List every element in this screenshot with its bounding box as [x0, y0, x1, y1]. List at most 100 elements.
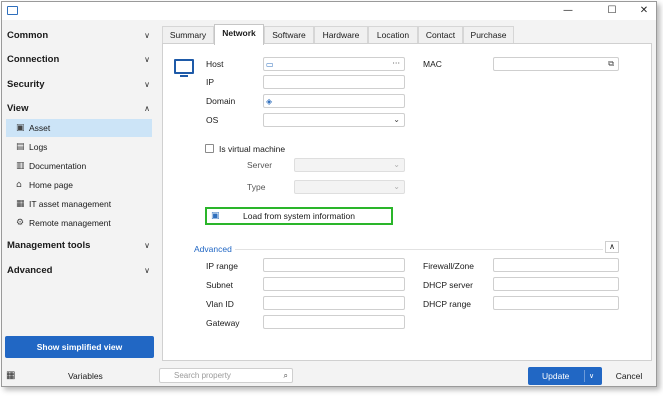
cancel-button[interactable]: Cancel: [607, 367, 651, 385]
firewall-zone-field[interactable]: [493, 258, 619, 272]
documentation-icon: ▥: [16, 161, 25, 171]
sidebar-item-label: IT asset management: [29, 199, 112, 209]
update-button[interactable]: Update ∨: [528, 367, 602, 385]
asset-icon: ▣: [16, 123, 25, 133]
variables-button[interactable]: Variables: [68, 370, 103, 382]
gateway-field[interactable]: [263, 315, 405, 329]
close-icon[interactable]: ✕: [632, 3, 656, 19]
mac-label: MAC: [423, 59, 442, 69]
mac-lookup-icon[interactable]: ⧉: [608, 58, 614, 70]
dhcp-range-label: DHCP range: [423, 299, 472, 309]
sidebar-section-view[interactable]: View ∧: [7, 100, 152, 118]
chevron-down-icon: ∨: [144, 31, 150, 40]
search-icon[interactable]: ⌕: [284, 370, 288, 381]
chevron-down-icon: ∨: [144, 55, 150, 64]
sidebar-item-label: Asset: [29, 123, 51, 133]
tab-bar: Summary Network Software Hardware Locati…: [162, 24, 652, 45]
sidebar-section-management-tools[interactable]: Management tools ∨: [7, 237, 152, 255]
network-panel: Host ▭ ··· IP Domain ◈ OS ⌄ MAC ⧉ Is vir…: [162, 43, 652, 361]
tab-location[interactable]: Location: [368, 26, 418, 44]
sidebar-item-asset[interactable]: ▣ Asset: [6, 119, 152, 137]
sidebar-item-label: Home page: [29, 180, 73, 190]
bottom-bar: ▦ Variables ⌕ Update ∨ Cancel: [2, 364, 656, 386]
show-simplified-view-button[interactable]: Show simplified view: [5, 336, 154, 358]
search-input[interactable]: [174, 370, 274, 381]
load-button-label: Load from system information: [243, 211, 355, 221]
os-dropdown[interactable]: ⌄: [263, 113, 405, 127]
os-label: OS: [206, 115, 219, 125]
grid-icon[interactable]: ▦: [6, 371, 15, 381]
chevron-down-icon: ∨: [144, 266, 150, 275]
maximize-icon[interactable]: ☐: [600, 3, 624, 19]
domain-field[interactable]: ◈: [263, 94, 405, 108]
sidebar-section-advanced[interactable]: Advanced ∨: [7, 262, 152, 280]
monitor-icon: [174, 59, 194, 77]
domain-label: Domain: [206, 96, 236, 106]
minimize-icon[interactable]: —: [556, 3, 580, 19]
subnet-label: Subnet: [206, 280, 233, 290]
load-icon: ▣: [211, 211, 220, 221]
host-label: Host: [206, 59, 224, 69]
sidebar: Common ∨ Connection ∨ Security ∨ View ∧ …: [2, 20, 158, 364]
chevron-down-icon: ⌄: [393, 115, 400, 124]
sidebar-item-it-asset-management[interactable]: ▦ IT asset management: [6, 195, 152, 213]
section-label: Security: [7, 79, 45, 90]
chevron-down-icon: ∨: [144, 80, 150, 89]
tab-hardware[interactable]: Hardware: [314, 26, 368, 44]
main-content: Summary Network Software Hardware Locati…: [162, 24, 652, 361]
sidebar-item-logs[interactable]: ▤ Logs: [6, 138, 152, 156]
is-virtual-machine-label: Is virtual machine: [219, 144, 286, 154]
tab-contact[interactable]: Contact: [418, 26, 463, 44]
section-label: Common: [7, 30, 49, 41]
computer-icon: ▭: [266, 60, 274, 69]
tab-software[interactable]: Software: [264, 26, 314, 44]
chevron-down-icon: ⌄: [393, 182, 400, 191]
search-property-box[interactable]: ⌕: [159, 368, 293, 383]
tab-summary[interactable]: Summary: [162, 26, 214, 44]
app-icon: [7, 6, 18, 15]
sidebar-item-label: Documentation: [29, 161, 87, 171]
logs-icon: ▤: [16, 142, 25, 152]
tab-purchase[interactable]: Purchase: [463, 26, 514, 44]
asset-properties-window: — ☐ ✕ Common ∨ Connection ∨ Security ∨ V…: [1, 1, 657, 387]
server-dropdown[interactable]: ⌄: [294, 158, 405, 172]
ip-range-label: IP range: [206, 261, 238, 271]
is-virtual-machine-checkbox[interactable]: [205, 144, 214, 153]
advanced-divider: [235, 249, 603, 250]
sidebar-item-home-page[interactable]: ⌂ Home page: [6, 176, 152, 194]
tab-network[interactable]: Network: [214, 24, 264, 45]
it-asset-management-icon: ▦: [16, 199, 25, 209]
sidebar-section-security[interactable]: Security ∨: [7, 76, 152, 94]
host-field[interactable]: ▭ ···: [263, 57, 405, 71]
home-icon: ⌂: [16, 180, 22, 190]
chevron-down-icon: ∨: [144, 241, 150, 250]
type-dropdown[interactable]: ⌄: [294, 180, 405, 194]
sidebar-item-documentation[interactable]: ▥ Documentation: [6, 157, 152, 175]
ip-range-field[interactable]: [263, 258, 405, 272]
ip-field[interactable]: [263, 75, 405, 89]
section-label: Management tools: [7, 240, 91, 251]
chevron-down-icon[interactable]: ∨: [589, 367, 594, 385]
dhcp-range-field[interactable]: [493, 296, 619, 310]
vlan-id-field[interactable]: [263, 296, 405, 310]
advanced-section-label[interactable]: Advanced: [194, 243, 232, 255]
firewall-zone-label: Firewall/Zone: [423, 261, 475, 271]
split-divider: [584, 370, 585, 382]
server-label: Server: [247, 160, 273, 170]
sidebar-section-connection[interactable]: Connection ∨: [7, 51, 152, 69]
section-label: View: [7, 103, 29, 114]
sidebar-item-remote-management[interactable]: ⚙ Remote management: [6, 214, 152, 232]
sidebar-item-label: Logs: [29, 142, 48, 152]
sidebar-section-common[interactable]: Common ∨: [7, 27, 152, 45]
subnet-field[interactable]: [263, 277, 405, 291]
chevron-down-icon: ⌄: [393, 160, 400, 169]
type-label: Type: [247, 182, 266, 192]
mac-field[interactable]: ⧉: [493, 57, 619, 71]
sidebar-item-label: Remote management: [29, 218, 111, 228]
more-icon[interactable]: ···: [392, 58, 400, 70]
load-from-system-information-button[interactable]: ▣ Load from system information: [205, 207, 393, 225]
chevron-up-icon[interactable]: ∧: [605, 241, 619, 253]
dhcp-server-field[interactable]: [493, 277, 619, 291]
chevron-up-icon: ∧: [144, 104, 150, 113]
update-label: Update: [542, 371, 570, 381]
